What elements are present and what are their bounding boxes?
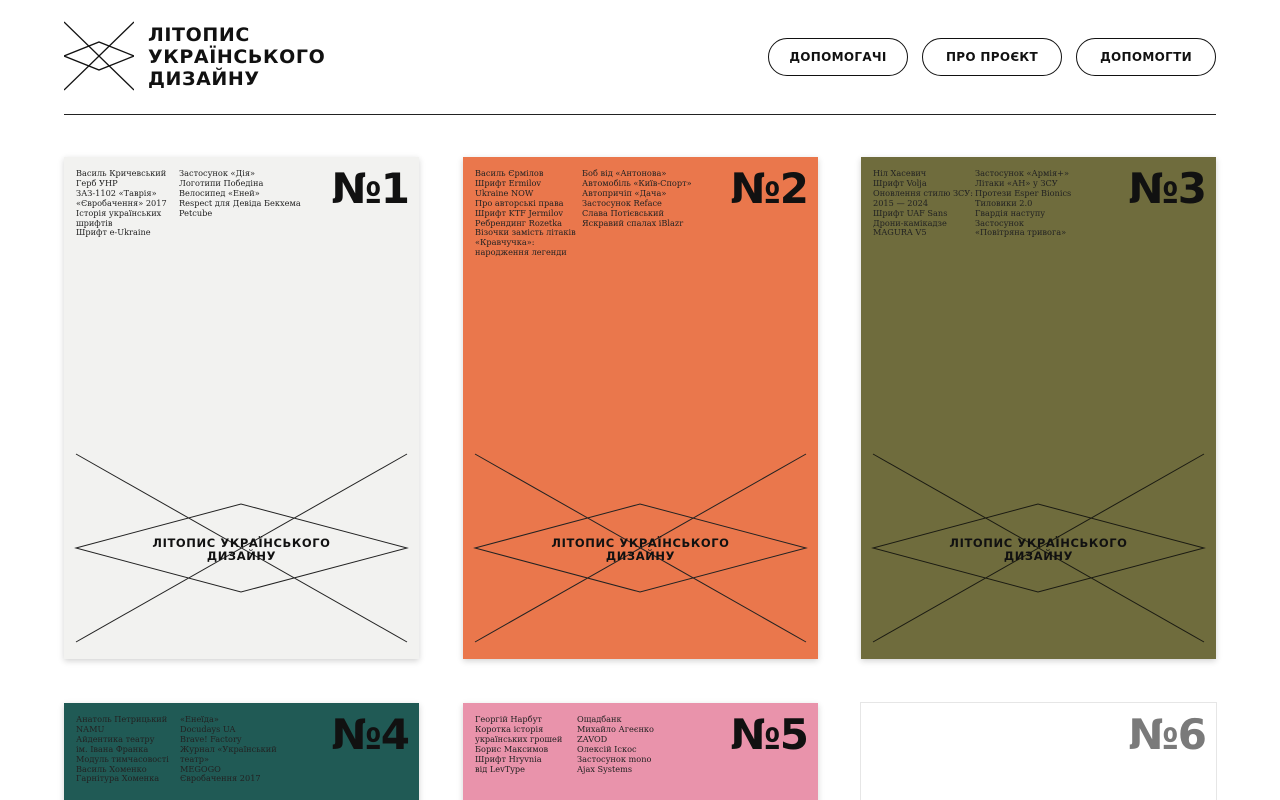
book-4-contents-right: «Енеїда» Docudays UA Brave! Factory Журн… — [180, 714, 300, 784]
logo-line-2: УКРАЇНСЬКОГО — [148, 46, 326, 68]
book-5-contents-left: Георгій Нарбут Коротка історія українськ… — [475, 714, 571, 774]
book-3-contents-right: Застосунок «Армія+» Літаки «АН» у ЗСУ Пр… — [975, 168, 1095, 238]
book-4-contents-left: Анатоль Петрицький NAMU Айдентика театру… — [76, 714, 172, 784]
book-card-5[interactable]: Георгій Нарбут Коротка історія українськ… — [463, 703, 818, 800]
toc-line: Євробачення 2017 — [180, 773, 261, 784]
cover-title: ЛІТОПИС УКРАЇНСЬКОГО ДИЗАЙНУ — [64, 537, 419, 563]
toc-line: Яскравий спалах iBlazr — [582, 217, 684, 228]
cover-title-line-2: ДИЗАЙНУ — [206, 549, 277, 563]
book-2-contents-left: Василь Єрмілов Шрифт Ermilov Ukraine NOW… — [475, 168, 576, 258]
cover-title-line-2: ДИЗАЙНУ — [1003, 549, 1074, 563]
logo-line-3: ДИЗАЙНУ — [148, 68, 260, 90]
book-5-contents-right: Ощадбанк Михайло Агеєнко ZAVOD Олексій І… — [577, 714, 697, 774]
book-card-6[interactable]: №6 — [861, 703, 1216, 800]
book-1-contents-right: Застосунок «Дія» Логотипи Победіна Велос… — [179, 168, 301, 219]
toc-line: «Повітряна тривога» — [975, 227, 1067, 238]
toc-line: Гарнітура Хоменка — [76, 773, 160, 784]
book-number: №3 — [1128, 164, 1207, 213]
site-header: ЛІТОПИС УКРАЇНСЬКОГО ДИЗАЙНУ ДОПОМОГАЧІ … — [64, 20, 1216, 96]
book-3-contents-left: Ніл Хасевич Шрифт Volja Оновлення стилю … — [873, 168, 973, 238]
book-number: №2 — [730, 164, 809, 213]
book-card-1[interactable]: Василь Кричевський Герб УНР ЗАЗ-1102 «Та… — [64, 157, 419, 659]
book-number: №1 — [331, 164, 410, 213]
about-project-button[interactable]: ПРО ПРОЄКТ — [922, 38, 1062, 76]
logo-wordmark[interactable]: ЛІТОПИС УКРАЇНСЬКОГО ДИЗАЙНУ — [148, 24, 325, 90]
donate-button[interactable]: ДОПОМОГТИ — [1076, 38, 1216, 76]
toc-line: від LevType — [475, 763, 525, 774]
toc-line: народження легенди — [475, 247, 567, 258]
toc-line: MAGURA V5 — [873, 227, 927, 238]
toc-line: Шрифт e-Ukraine — [76, 227, 151, 238]
book-1-contents-left: Василь Кричевський Герб УНР ЗАЗ-1102 «Та… — [76, 168, 172, 238]
logo-line-1: ЛІТОПИС — [148, 24, 250, 46]
book-number: №4 — [331, 710, 410, 759]
cover-title: ЛІТОПИС УКРАЇНСЬКОГО ДИЗАЙНУ — [463, 537, 818, 563]
header-divider — [64, 114, 1216, 115]
book-card-4[interactable]: Анатоль Петрицький NAMU Айдентика театру… — [64, 703, 419, 800]
cover-title-line-2: ДИЗАЙНУ — [605, 549, 676, 563]
helpers-button[interactable]: ДОПОМОГАЧІ — [768, 38, 908, 76]
toc-line: Petcube — [179, 207, 213, 218]
book-card-3[interactable]: Ніл Хасевич Шрифт Volja Оновлення стилю … — [861, 157, 1216, 659]
book-card-2[interactable]: Василь Єрмілов Шрифт Ermilov Ukraine NOW… — [463, 157, 818, 659]
logo-mark-icon[interactable] — [64, 20, 134, 92]
book-number: №6 — [1128, 710, 1207, 759]
main-nav: ДОПОМОГАЧІ ПРО ПРОЄКТ ДОПОМОГТИ — [768, 38, 1216, 76]
book-number: №5 — [730, 710, 809, 759]
toc-line: Ajax Systems — [577, 763, 633, 774]
book-2-contents-right: Боб від «Антонова» Автомобіль «Київ-Спор… — [582, 168, 702, 228]
cover-title: ЛІТОПИС УКРАЇНСЬКОГО ДИЗАЙНУ — [861, 537, 1216, 563]
